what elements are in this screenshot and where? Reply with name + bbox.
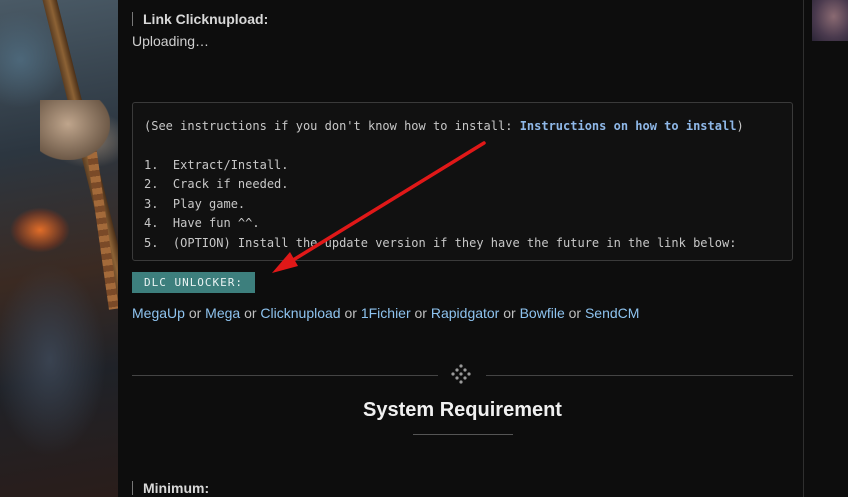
download-link-1fichier[interactable]: 1Fichier (361, 305, 411, 321)
download-link-sendcm[interactable]: SendCM (585, 305, 639, 321)
post-content: Link Clicknupload: Uploading… (See instr… (118, 0, 803, 497)
instruction-step: 3. Play game. (144, 196, 246, 211)
download-link-rapidgator[interactable]: Rapidgator (431, 305, 500, 321)
download-links: MegaUp or Mega or Clicknupload or 1Fichi… (132, 305, 639, 321)
sidebar-thumbnail[interactable] (812, 0, 848, 41)
sidebar-separator (803, 0, 804, 497)
instruction-step: 2. Crack if needed. (144, 177, 289, 191)
instructions-link[interactable]: Instructions on how to install (520, 119, 737, 133)
link-separator: or (188, 305, 202, 321)
instruction-step: 4. Have fun ^^. (144, 216, 260, 230)
download-link-clicknupload[interactable]: Clicknupload (260, 305, 340, 321)
instructions-spacer (144, 137, 792, 156)
download-link-mega[interactable]: Mega (205, 305, 240, 321)
link-separator: or (244, 305, 257, 321)
link-separator: or (344, 305, 357, 321)
link-separator: or (503, 305, 516, 321)
game-artwork-banner (0, 0, 118, 497)
download-link-megaup[interactable]: MegaUp (132, 305, 185, 321)
instruction-step: 1. Extract/Install. (144, 157, 289, 172)
section-divider-right (486, 375, 793, 376)
install-instructions-box: (See instructions if you don't know how … (132, 102, 793, 261)
instructions-intro: (See instructions if you don't know how … (144, 119, 744, 133)
link-separator: or (414, 305, 427, 321)
minimum-heading: Minimum: (132, 481, 209, 495)
diamond-dots-icon (451, 364, 471, 384)
section-divider-left (132, 375, 438, 376)
download-link-bowfile[interactable]: Bowfile (520, 305, 565, 321)
link-separator: or (568, 305, 582, 321)
system-requirement-title: System Requirement (363, 399, 562, 421)
uploading-status: Uploading… (132, 33, 210, 49)
title-underline (413, 434, 513, 435)
link-clicknupload-heading: Link Clicknupload: (132, 12, 268, 26)
dlc-unlocker-badge: DLC UNLOCKER: (132, 272, 255, 293)
instruction-step: 5. (OPTION) Install the update version i… (144, 235, 737, 250)
artwork-arm (40, 100, 110, 160)
